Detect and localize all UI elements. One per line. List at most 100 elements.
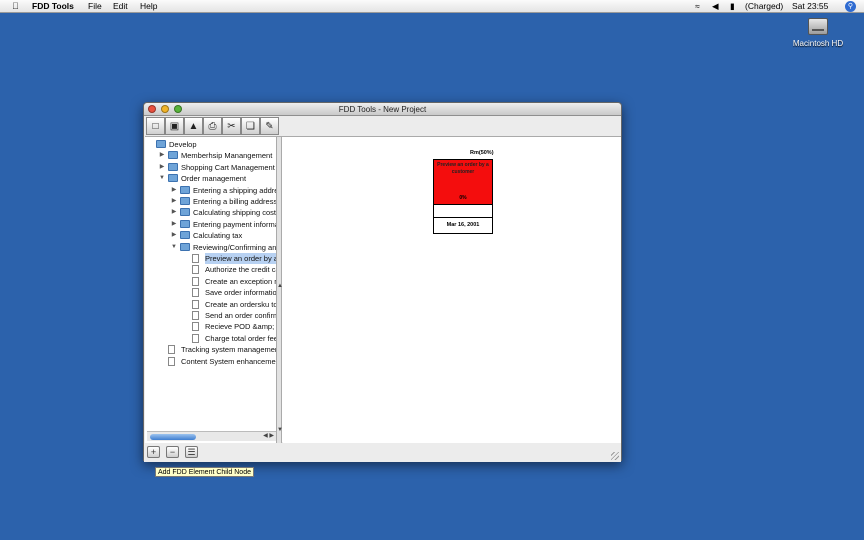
document-icon: [192, 265, 199, 275]
document-icon: [192, 254, 199, 263]
add-child-button[interactable]: +: [147, 446, 160, 458]
window-title: FDD Tools - New Project: [338, 105, 427, 114]
tree-row[interactable]: Content System enhancement: [145, 356, 276, 367]
feature-card-percent: 0%: [459, 195, 467, 201]
document-icon: [192, 276, 199, 286]
tree-row[interactable]: ▶ Entering a billing address: [145, 196, 276, 207]
clock[interactable]: Sat 23:55: [792, 1, 828, 11]
document-icon: [168, 356, 175, 366]
feature-card[interactable]: Preview an order by a customer 0% Mar 16…: [433, 159, 493, 234]
tree-row[interactable]: ▶ Calculating shipping cost: [145, 207, 276, 218]
document-icon: [168, 345, 175, 355]
hard-drive-label[interactable]: Macintosh HD: [780, 39, 856, 48]
split-divider[interactable]: ▲ ▼: [276, 137, 283, 443]
folder-icon: [168, 162, 178, 171]
scroll-thumb[interactable]: [150, 434, 196, 440]
tree-row[interactable]: ▶ Entering a shipping addres: [145, 185, 276, 196]
menu-help[interactable]: Help: [140, 1, 157, 11]
tree-row[interactable]: ▼ Order management: [145, 173, 276, 184]
document-icon: [192, 299, 199, 309]
tree-label: Shopping Cart Management: [181, 162, 275, 172]
folder-icon: [180, 242, 190, 251]
disclosure-closed-icon[interactable]: ▶: [170, 207, 178, 218]
title-bar[interactable]: FDD Tools - New Project: [144, 103, 621, 116]
tree-label: Recieve POD &amp; E-c: [205, 322, 276, 332]
hard-drive-icon[interactable]: [808, 18, 828, 35]
battery-icon[interactable]: ▮: [730, 1, 735, 12]
new-document-icon[interactable]: □: [146, 117, 165, 135]
folder-icon: [180, 231, 190, 240]
tree-label: Save order information: [205, 288, 276, 298]
feature-card-date: Mar 16, 2001: [446, 222, 480, 228]
toolbar: □ ▣ ▲ ⎙ ✂ ❏ ✎: [146, 117, 279, 135]
feature-card-name: Preview an order by a customer: [437, 162, 489, 175]
document-icon: [192, 322, 199, 332]
menu-bar:  FDD Tools File Edit Help ≈ ◀ ▮ (Charge…: [0, 0, 864, 13]
disclosure-open-icon[interactable]: ▼: [158, 173, 166, 184]
feature-owner-percent: Rm(50%): [470, 150, 494, 156]
tree-row[interactable]: Develop: [145, 139, 276, 150]
spotlight-icon[interactable]: ⚲: [845, 1, 856, 12]
apple-icon[interactable]: : [12, 1, 19, 11]
feature-tree[interactable]: Develop ▶ Memberhsip Manangement ▶ Shopping …: [145, 137, 276, 443]
disclosure-closed-icon[interactable]: ▶: [170, 185, 178, 196]
tree-label: Authorize the credit car: [205, 265, 276, 275]
menu-edit[interactable]: Edit: [113, 1, 128, 11]
chevron-down-icon[interactable]: ▼: [277, 427, 283, 433]
disclosure-closed-icon[interactable]: ▶: [158, 150, 166, 161]
tree-label: Entering payment informati: [193, 219, 276, 229]
tree-row[interactable]: ▶ Memberhsip Manangement: [145, 150, 276, 161]
tree-label: Order management: [181, 174, 247, 184]
print-icon[interactable]: ⎙: [203, 117, 222, 135]
resize-grip-icon[interactable]: [611, 452, 619, 460]
folder-icon: [168, 151, 178, 160]
disclosure-closed-icon[interactable]: ▶: [170, 219, 178, 230]
menu-file[interactable]: File: [88, 1, 102, 11]
graph-pane[interactable]: Rm(50%) Preview an order by a customer 0…: [283, 137, 621, 443]
folder-icon: [180, 185, 190, 194]
tree-row[interactable]: ▶ Shopping Cart Management: [145, 162, 276, 173]
folder-icon: [180, 219, 190, 228]
tree-row[interactable]: Send an order confirma: [145, 310, 276, 321]
tree-label: Tracking system management: [181, 345, 276, 355]
horizontal-scrollbar[interactable]: ◀ ▶: [147, 431, 276, 441]
scroll-arrows-icon[interactable]: ◀ ▶: [263, 432, 274, 439]
disclosure-open-icon[interactable]: ▼: [170, 242, 178, 253]
battery-status[interactable]: (Charged): [745, 1, 783, 11]
tree-row[interactable]: Authorize the credit car: [145, 264, 276, 275]
disclosure-closed-icon[interactable]: ▶: [170, 230, 178, 241]
tree-row[interactable]: Charge total order fees: [145, 333, 276, 344]
tree-label: Preview an order by a c: [205, 253, 276, 264]
tree-row[interactable]: ▶ Calculating tax: [145, 230, 276, 241]
copy-icon[interactable]: ❏: [241, 117, 260, 135]
tree-label: Memberhsip Manangement: [181, 151, 273, 161]
save-icon[interactable]: ▲: [184, 117, 203, 135]
tree-row[interactable]: Create an exception rep: [145, 276, 276, 287]
tree-row[interactable]: Tracking system management: [145, 344, 276, 355]
cut-icon[interactable]: ✂: [222, 117, 241, 135]
tree-row[interactable]: ▼ Reviewing/Confirming an o: [145, 242, 276, 253]
tree-row[interactable]: Recieve POD &amp; E-c: [145, 321, 276, 332]
open-book-icon[interactable]: ▣: [165, 117, 184, 135]
tree-row[interactable]: ▶ Entering payment informati: [145, 219, 276, 230]
chevron-up-icon[interactable]: ▲: [277, 283, 283, 289]
bottom-bar: + − ☰: [144, 443, 621, 462]
tree-row[interactable]: Preview an order by a c: [145, 253, 276, 264]
app-menu[interactable]: FDD Tools: [32, 1, 74, 11]
folder-icon: [180, 197, 190, 205]
tree-label: Entering a shipping addres: [193, 185, 276, 195]
tree-label: Entering a billing address: [193, 197, 276, 206]
disclosure-closed-icon[interactable]: ▶: [158, 162, 166, 173]
tree-row[interactable]: Save order information: [145, 287, 276, 298]
wifi-icon[interactable]: ≈: [695, 1, 700, 11]
tree-row[interactable]: Create an ordersku to c: [145, 299, 276, 310]
remove-node-button[interactable]: −: [166, 446, 179, 458]
app-window: FDD Tools - New Project □ ▣ ▲ ⎙ ✂ ❏ ✎ De…: [143, 102, 622, 462]
list-view-button[interactable]: ☰: [185, 446, 198, 458]
disclosure-closed-icon[interactable]: ▶: [170, 196, 178, 207]
paste-icon[interactable]: ✎: [260, 117, 279, 135]
content-area: Develop ▶ Memberhsip Manangement ▶ Shopping …: [145, 136, 621, 443]
tree-label: Develop: [169, 140, 197, 149]
volume-icon[interactable]: ◀: [712, 1, 719, 12]
tree-label: Send an order confirma: [205, 311, 276, 320]
